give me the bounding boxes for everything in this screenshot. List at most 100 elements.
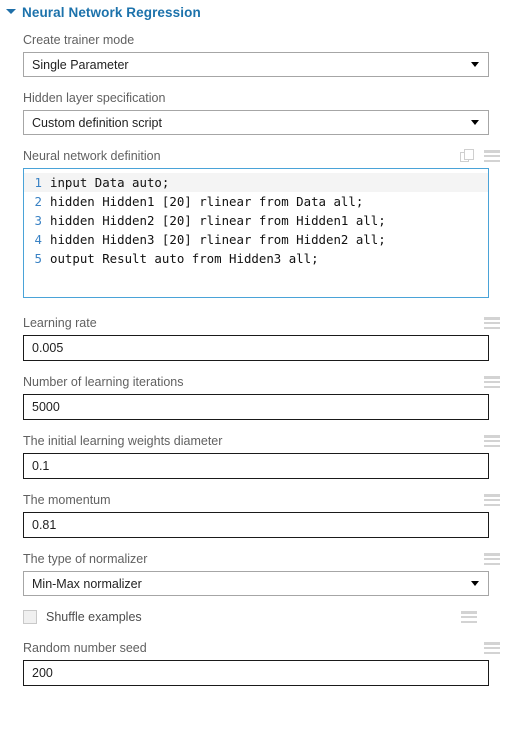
hamburger-bar xyxy=(461,611,477,614)
hamburger-bar xyxy=(484,159,500,162)
page-title: Neural Network Regression xyxy=(22,5,201,20)
field-icon-group xyxy=(484,435,500,447)
line-number: 1 xyxy=(34,175,42,190)
chevron-down-icon[interactable] xyxy=(471,62,479,67)
code-line[interactable]: 2 hidden Hidden1 [20] rlinear from Data … xyxy=(24,192,488,211)
hamburger-bar xyxy=(484,562,500,565)
shuffle-examples-label[interactable]: Shuffle examples xyxy=(46,610,142,624)
hamburger-bar xyxy=(461,615,477,619)
trainer-mode-dropdown[interactable]: Single Parameter xyxy=(23,52,489,77)
line-number: 2 xyxy=(34,194,42,209)
line-number: 5 xyxy=(34,251,42,266)
learning-iterations-input[interactable]: 5000 xyxy=(23,394,489,420)
hamburger-bar xyxy=(484,376,500,379)
field-label: Random number seed xyxy=(23,641,147,655)
line-number: 3 xyxy=(34,213,42,228)
triangle-down-icon[interactable] xyxy=(6,8,16,19)
code-line[interactable]: 5 output Result auto from Hidden3 all; xyxy=(24,249,488,268)
field-learning-rate: Learning rate 0.005 xyxy=(0,313,512,361)
label-row: Number of learning iterations xyxy=(23,372,500,392)
field-create-trainer-mode: Create trainer mode Single Parameter xyxy=(0,30,512,77)
hidden-layer-spec-dropdown[interactable]: Custom definition script xyxy=(23,110,489,135)
learning-rate-value: 0.005 xyxy=(32,341,64,355)
label-row: The initial learning weights diameter xyxy=(23,431,500,451)
hamburger-menu-icon[interactable] xyxy=(484,435,500,447)
hamburger-bar xyxy=(484,494,500,497)
code-text: output Result auto from Hidden3 all; xyxy=(50,251,319,266)
field-random-number-seed: Random number seed 200 xyxy=(0,638,512,686)
hamburger-bar xyxy=(461,620,477,623)
chevron-down-icon[interactable] xyxy=(471,581,479,586)
field-icon-group xyxy=(484,317,500,329)
label-row: Learning rate xyxy=(23,313,500,333)
field-label: Learning rate xyxy=(23,316,97,330)
field-icon-group xyxy=(484,642,500,654)
label-row: Hidden layer specification xyxy=(23,88,489,108)
hamburger-menu-icon[interactable] xyxy=(484,376,500,388)
field-shuffle-examples: Shuffle examples xyxy=(0,607,512,627)
section-header[interactable]: Neural Network Regression xyxy=(0,0,512,22)
random-number-seed-value: 200 xyxy=(32,666,53,680)
neural-network-definition-editor[interactable]: 1 input Data auto; 2 hidden Hidden1 [20]… xyxy=(23,168,489,298)
normalizer-value: Min-Max normalizer xyxy=(32,576,142,591)
hidden-layer-spec-value: Custom definition script xyxy=(32,115,162,130)
random-number-seed-input[interactable]: 200 xyxy=(23,660,489,686)
hamburger-bar xyxy=(484,154,500,158)
hamburger-bar xyxy=(484,646,500,650)
label-row: The momentum xyxy=(23,490,500,510)
hamburger-bar xyxy=(484,498,500,502)
chevron-down-icon[interactable] xyxy=(471,120,479,125)
copy-icon[interactable] xyxy=(460,149,475,163)
field-normalizer: The type of normalizer Min-Max normalize… xyxy=(0,549,512,596)
field-label: The momentum xyxy=(23,493,111,507)
hamburger-menu-icon[interactable] xyxy=(484,317,500,329)
weights-diameter-value: 0.1 xyxy=(32,459,50,473)
field-momentum: The momentum 0.81 xyxy=(0,490,512,538)
trainer-mode-value: Single Parameter xyxy=(32,57,129,72)
hamburger-bar xyxy=(484,326,500,329)
learning-rate-input[interactable]: 0.005 xyxy=(23,335,489,361)
label-row: Neural network definition xyxy=(23,146,500,166)
hamburger-bar xyxy=(484,435,500,438)
code-text: hidden Hidden3 [20] rlinear from Hidden2… xyxy=(50,232,386,247)
hamburger-bar xyxy=(484,651,500,654)
field-icon-group xyxy=(460,149,500,163)
field-learning-iterations: Number of learning iterations 5000 xyxy=(0,372,512,420)
momentum-input[interactable]: 0.81 xyxy=(23,512,489,538)
hamburger-bar xyxy=(484,380,500,384)
field-label: The initial learning weights diameter xyxy=(23,434,223,448)
hamburger-bar xyxy=(484,439,500,443)
shuffle-examples-row[interactable]: Shuffle examples xyxy=(23,607,489,627)
code-text: hidden Hidden2 [20] rlinear from Hidden1… xyxy=(50,213,386,228)
hamburger-menu-icon[interactable] xyxy=(484,642,500,654)
momentum-value: 0.81 xyxy=(32,518,57,532)
field-icon-group xyxy=(461,611,477,623)
field-icon-group xyxy=(484,376,500,388)
label-row: Random number seed xyxy=(23,638,500,658)
code-line[interactable]: 3 hidden Hidden2 [20] rlinear from Hidde… xyxy=(24,211,488,230)
hamburger-menu-icon[interactable] xyxy=(484,494,500,506)
hamburger-bar xyxy=(484,321,500,325)
field-neural-network-definition: Neural network definition 1 input Data a… xyxy=(0,146,512,298)
code-line[interactable]: 4 hidden Hidden3 [20] rlinear from Hidde… xyxy=(24,230,488,249)
code-line[interactable]: 1 input Data auto; xyxy=(24,173,488,192)
hamburger-menu-icon[interactable] xyxy=(484,150,500,162)
field-label: Number of learning iterations xyxy=(23,375,184,389)
hamburger-bar xyxy=(484,385,500,388)
shuffle-examples-checkbox[interactable] xyxy=(23,610,37,624)
label-row: Create trainer mode xyxy=(23,30,489,50)
weights-diameter-input[interactable]: 0.1 xyxy=(23,453,489,479)
label-row: The type of normalizer xyxy=(23,549,500,569)
hamburger-menu-icon[interactable] xyxy=(461,611,477,623)
code-text: input Data auto; xyxy=(50,175,170,190)
normalizer-dropdown[interactable]: Min-Max normalizer xyxy=(23,571,489,596)
field-label: Hidden layer specification xyxy=(23,91,166,105)
field-icon-group xyxy=(484,553,500,565)
line-number: 4 xyxy=(34,232,42,247)
field-icon-group xyxy=(484,494,500,506)
hamburger-menu-icon[interactable] xyxy=(484,553,500,565)
field-label: Neural network definition xyxy=(23,149,161,163)
field-hidden-layer-specification: Hidden layer specification Custom defini… xyxy=(0,88,512,135)
field-label: Create trainer mode xyxy=(23,33,135,47)
hamburger-bar xyxy=(484,557,500,561)
